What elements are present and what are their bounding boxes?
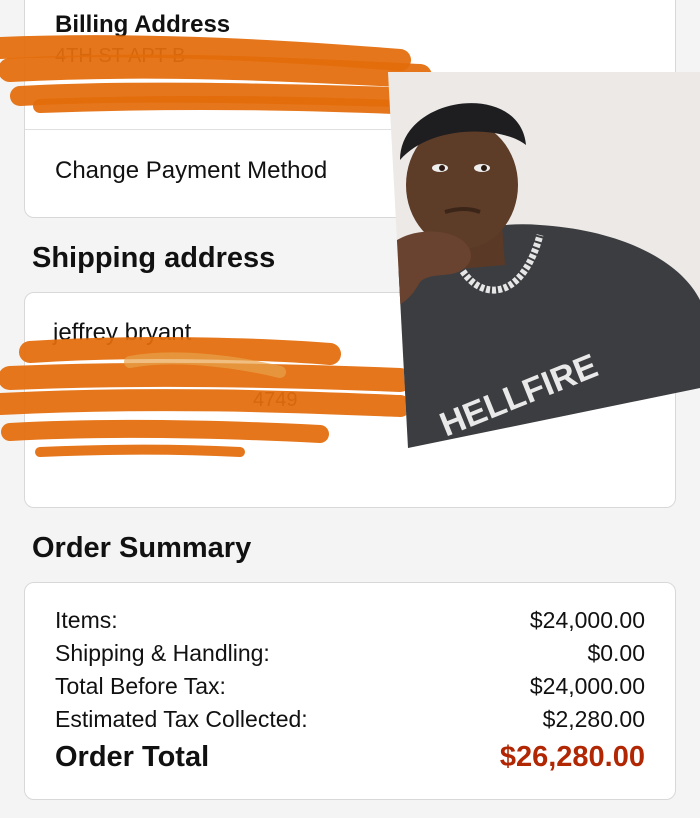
person-photo-overlay: HELLFIRE (388, 72, 700, 448)
